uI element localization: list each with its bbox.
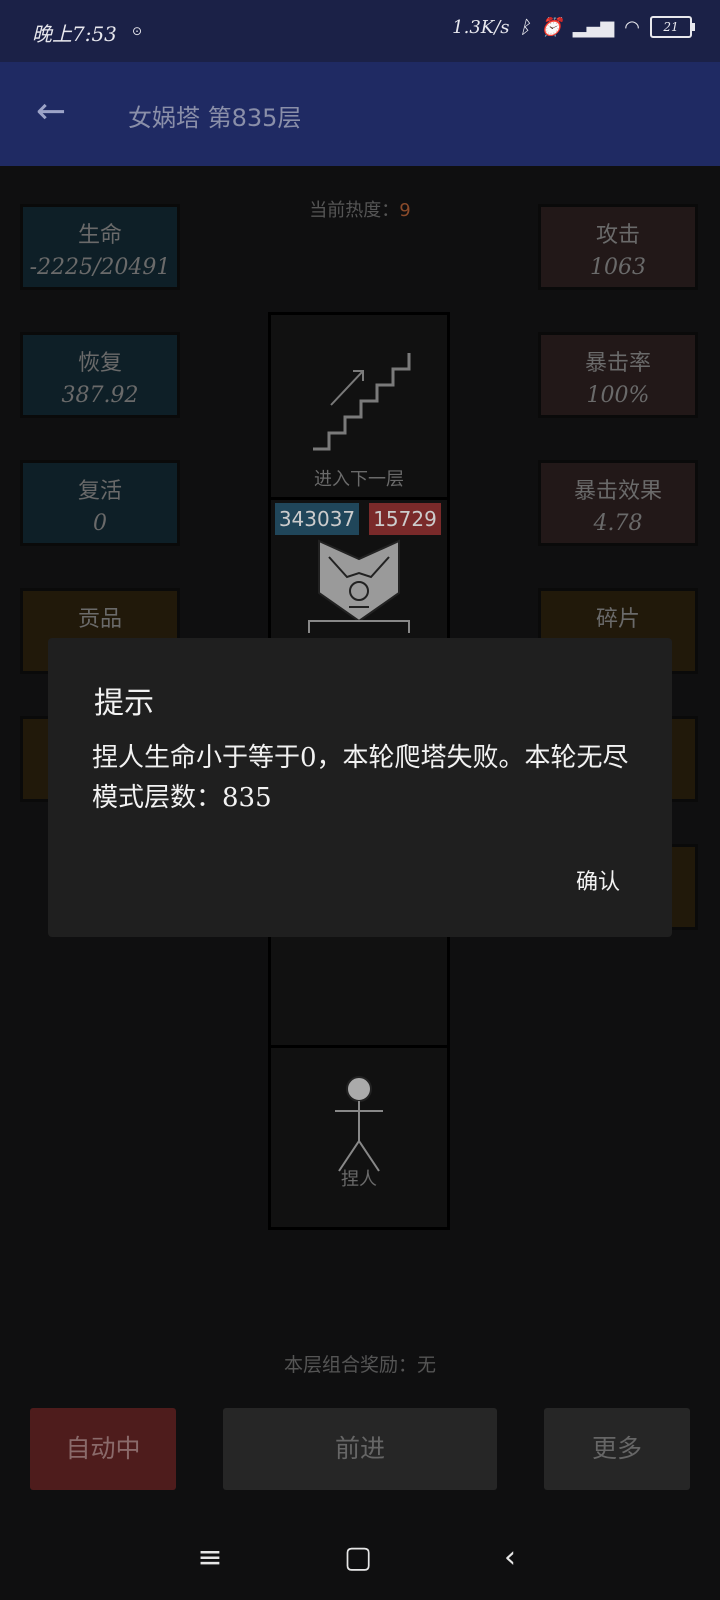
bluetooth-icon: ᛒ bbox=[519, 16, 531, 38]
stat-label: 碎片 bbox=[595, 607, 640, 632]
home-icon[interactable]: ▢ bbox=[338, 1538, 378, 1578]
stat-value: -2225/20491 bbox=[29, 255, 171, 280]
page-title: 女娲塔 第835层 bbox=[128, 104, 302, 132]
status-bar: 晚上7:53 ⊙ 1.3K/s ᛒ ⏰ ▂▄▆ ◠ 21 bbox=[0, 0, 720, 62]
divider bbox=[271, 1045, 447, 1048]
alert-dialog: 提示 捏人生命小于等于0，本轮爬塔失败。本轮无尽模式层数：835 确认 bbox=[48, 638, 672, 937]
enemy-hp-badge: 343037 bbox=[275, 503, 359, 535]
stat-value: 1063 bbox=[590, 255, 646, 280]
heat-label: 当前热度： bbox=[309, 200, 400, 221]
menu-icon[interactable]: ≡ bbox=[190, 1538, 230, 1578]
stat-card-hp: 生命 -2225/20491 bbox=[20, 204, 180, 290]
status-icons: 1.3K/s ᛒ ⏰ ▂▄▆ ◠ 21 bbox=[452, 16, 695, 38]
dialog-message: 捏人生命小于等于0，本轮爬塔失败。本轮无尽模式层数：835 bbox=[92, 743, 629, 813]
mask-monster-icon[interactable] bbox=[307, 537, 411, 633]
alarm-icon: ⏰ bbox=[540, 16, 563, 38]
floor-reward-text: 本层组合奖励：无 bbox=[283, 1354, 436, 1376]
stat-card-regen: 恢复 387.92 bbox=[20, 332, 180, 418]
enemy-attack-badge: 15729 bbox=[369, 503, 441, 535]
stick-figure-icon[interactable] bbox=[329, 1075, 389, 1175]
back-icon[interactable]: ‹ bbox=[490, 1538, 530, 1578]
dialog-title: 提示 bbox=[94, 686, 154, 721]
more-button[interactable]: 更多 bbox=[544, 1408, 690, 1490]
confirm-button[interactable]: 确认 bbox=[576, 864, 620, 896]
player-label: 捏人 bbox=[341, 1169, 377, 1190]
system-nav-bar: ≡ ▢ ‹ bbox=[0, 1510, 720, 1600]
net-speed: 1.3K/s bbox=[452, 16, 510, 38]
signal-icon: ▂▄▆ bbox=[572, 16, 615, 38]
stat-value: 387.92 bbox=[61, 383, 139, 408]
stat-value: 100% bbox=[586, 383, 650, 408]
back-arrow-icon[interactable]: ← bbox=[36, 92, 76, 132]
status-time: 晚上7:53 bbox=[32, 22, 117, 46]
app-bar: ← 女娲塔 第835层 bbox=[0, 62, 720, 166]
next-floor-label[interactable]: 进入下一层 bbox=[271, 465, 447, 491]
stat-card-crit-effect: 暴击效果 4.78 bbox=[538, 460, 698, 546]
stairs-icon[interactable] bbox=[309, 345, 413, 455]
stat-label: 暴击效果 bbox=[573, 479, 662, 504]
stat-label: 攻击 bbox=[595, 223, 640, 248]
stat-card-crit-rate: 暴击率 100% bbox=[538, 332, 698, 418]
stat-label: 恢复 bbox=[77, 351, 122, 376]
stat-card-revive: 复活 0 bbox=[20, 460, 180, 546]
notification-icon: ⊙ bbox=[132, 24, 143, 38]
stat-label: 暴击率 bbox=[584, 351, 651, 376]
wifi-icon: ◠ bbox=[624, 16, 640, 38]
heat-value: 9 bbox=[399, 200, 411, 221]
stat-card-attack: 攻击 1063 bbox=[538, 204, 698, 290]
auto-button[interactable]: 自动中 bbox=[30, 1408, 176, 1490]
stat-label: 贡品 bbox=[77, 607, 122, 632]
battery-icon: 21 bbox=[650, 16, 695, 38]
divider bbox=[271, 497, 447, 500]
stat-value: 0 bbox=[93, 511, 107, 536]
forward-button[interactable]: 前进 bbox=[223, 1408, 497, 1490]
stat-value: 4.78 bbox=[593, 511, 643, 536]
stat-label: 生命 bbox=[77, 223, 122, 248]
stat-label: 复活 bbox=[77, 479, 122, 504]
